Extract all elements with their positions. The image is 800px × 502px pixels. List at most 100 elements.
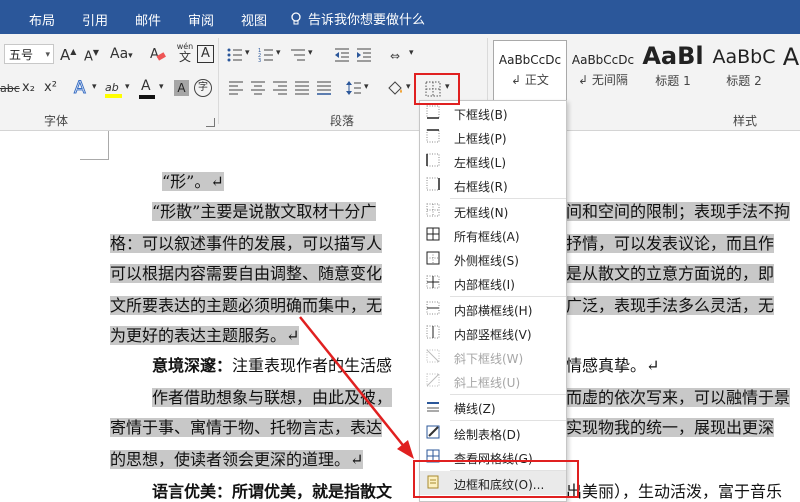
doc-line: 实现物我的统一，展现出更深 [566,415,775,441]
menu-item-no-border[interactable]: 无框线(N) [420,199,566,223]
menu-item-horizontal-line[interactable]: 横线(Z) [420,395,566,419]
chevron-down-icon: ▾ [125,82,130,92]
menu-item-outside-borders[interactable]: 外侧框线(S) [420,247,566,271]
shading-paint-bucket-icon[interactable] [386,79,404,97]
doc-line-text: 是从散文的立意方面说的，即 [566,264,775,283]
font-size-combo[interactable]: 五号 ▾ [4,44,54,64]
style-title[interactable]: A [782,40,800,104]
menu-item-right-border[interactable]: 右框线(R) [420,173,566,197]
style-normal[interactable]: AaBbCcDc ↲ 正文 [493,40,567,106]
tab-view[interactable]: 视图 [241,10,267,29]
doc-line-text: 而虚的依次写来，可以融情于景 [566,388,791,407]
doc-line: 语言优美：所谓优美，就是指散文 [152,479,392,500]
justify-icon[interactable] [294,80,310,96]
menu-item-all-borders[interactable]: 所有框线(A) [420,223,566,247]
style-heading-2[interactable]: AaBbC 标题 2 [712,40,776,104]
change-case-label: Aa [110,46,129,62]
subscript-label: x₂ [22,80,35,95]
shrink-font-button[interactable]: A▼ [84,48,99,64]
tab-references[interactable]: 引用 [82,10,108,29]
menu-item-label: 内部框线(I) [454,278,515,292]
menu-item-inside-vertical-border[interactable]: 内部竖框线(V) [420,321,566,345]
character-shading-button[interactable]: A [174,80,189,96]
menu-item-left-border[interactable]: 左框线(L) [420,149,566,173]
tab-mailings[interactable]: 邮件 [135,10,161,29]
doc-line-text: 实现物我的统一，展现出更深 [566,418,775,437]
font-dialog-launcher-icon[interactable] [206,118,215,127]
chevron-down-icon: ▾ [92,82,97,92]
doc-line: “形散”主要是说散文取材十分广 [152,199,377,225]
highlight-color-button[interactable]: ab [104,78,126,100]
tell-me-box[interactable]: 告诉我你想要做什么 [290,9,425,28]
style-heading-1[interactable]: AaBl 标题 1 [641,40,705,104]
menu-item-label: 左框线(L) [454,156,507,170]
menu-item-view-gridlines[interactable]: 查看网格线(G) [420,445,566,469]
distributed-icon[interactable] [316,80,332,96]
doc-line: 寄情于事、寓情于物、托物言志，表达 [110,415,383,441]
chevron-down-icon: ▾ [364,82,369,92]
menu-item-label: 内部竖框线(V) [454,328,532,342]
enclose-characters-button[interactable]: 字 [194,79,212,97]
subscript-button[interactable]: x₂ [22,80,35,95]
document-area[interactable]: “形”。↵ “形散”主要是说散文取材十分广 间和空间的限制；表现手法不拘 格：可… [0,131,800,500]
top-border-icon [426,129,440,143]
clear-format-button[interactable]: A [150,44,166,64]
lightbulb-icon [291,12,301,25]
outside-borders-icon [426,251,440,265]
tab-review[interactable]: 审阅 [188,10,214,29]
bullets-icon[interactable] [227,47,243,63]
doc-line-text: 注重表现作者的生活感 [232,356,393,375]
character-border-button[interactable]: A [197,45,214,63]
doc-line: 出美丽），生动活泼，富于音乐 [566,479,782,500]
doc-line-text: “形散”主要是说散文取材十分广 [152,202,377,221]
multilevel-list-icon[interactable] [290,47,306,63]
styles-group-label: 样式 [733,114,758,128]
font-color-button[interactable]: A [138,78,158,100]
bottom-border-icon [426,105,440,119]
menu-item-inside-borders[interactable]: 内部框线(I) [420,271,566,295]
style-no-spacing[interactable]: AaBbCcDc ↲ 无间隔 [568,40,638,104]
menu-item-label: 斜上框线(U) [454,376,521,390]
doc-line: 文所要表达的主题必须明确而集中，无 [110,293,383,319]
style-sample-text: AaBbCcDc [498,53,562,67]
svg-text:⇔: ⇔ [390,49,400,63]
menu-item-label: 横线(Z) [454,402,496,416]
text-effects-button[interactable]: A [74,78,87,99]
menu-item-label: 查看网格线(G) [454,452,533,466]
menu-item-label: 上框线(P) [454,132,507,146]
strikethrough-button[interactable]: abc [0,82,20,95]
draw-table-icon [426,425,440,439]
numbering-icon[interactable]: 123 [258,47,274,63]
menu-item-top-border[interactable]: 上框线(P) [420,125,566,149]
home-ribbon: 五号 ▾ A▲ A▼ Aa▾ A wén 文 A abc x₂ x² A ▾ ab… [0,34,800,131]
menu-item-bottom-border[interactable]: 下框线(B) [420,101,566,125]
menu-item-diagonal-up-border: 斜上框线(U) [420,369,566,393]
chinese-layout-icon[interactable]: ⇔ [390,47,410,63]
doc-bold-label: 意境深邃： [152,356,233,375]
menu-item-label: 边框和底纹(O)... [454,478,545,492]
menu-item-inside-horizontal-border[interactable]: 内部横框线(H) [420,297,566,321]
menu-item-draw-table[interactable]: 绘制表格(D) [420,421,566,445]
ribbon-separator [218,38,219,124]
menu-item-label: 内部横框线(H) [454,304,533,318]
align-right-icon[interactable] [272,80,288,96]
change-case-button[interactable]: Aa▾ [110,46,133,62]
doc-line: 情感真挚。↵ [566,353,659,379]
pinyin-guide-button[interactable]: wén 文 [175,42,195,64]
grow-font-button[interactable]: A▲ [60,46,76,64]
style-name-text: 标题 2 [726,74,762,88]
align-center-icon[interactable] [250,80,266,96]
doc-line-text: 广泛，表现手法多么灵活，无 [566,296,775,315]
diagonal-up-border-icon [426,373,440,387]
doc-line: 间和空间的限制；表现手法不拘 [566,199,791,225]
chevron-down-icon: ▾ [406,82,411,92]
tab-layout[interactable]: 布局 [29,10,55,29]
superscript-button[interactable]: x² [44,80,57,95]
character-border-label: A [201,46,210,61]
line-spacing-icon[interactable] [346,80,362,96]
menu-item-borders-and-shading[interactable]: 边框和底纹(O)... [420,471,566,495]
align-left-icon[interactable] [228,80,244,96]
borders-button[interactable]: ▾ [421,78,457,100]
decrease-indent-icon[interactable] [334,47,350,63]
increase-indent-icon[interactable] [356,47,372,63]
